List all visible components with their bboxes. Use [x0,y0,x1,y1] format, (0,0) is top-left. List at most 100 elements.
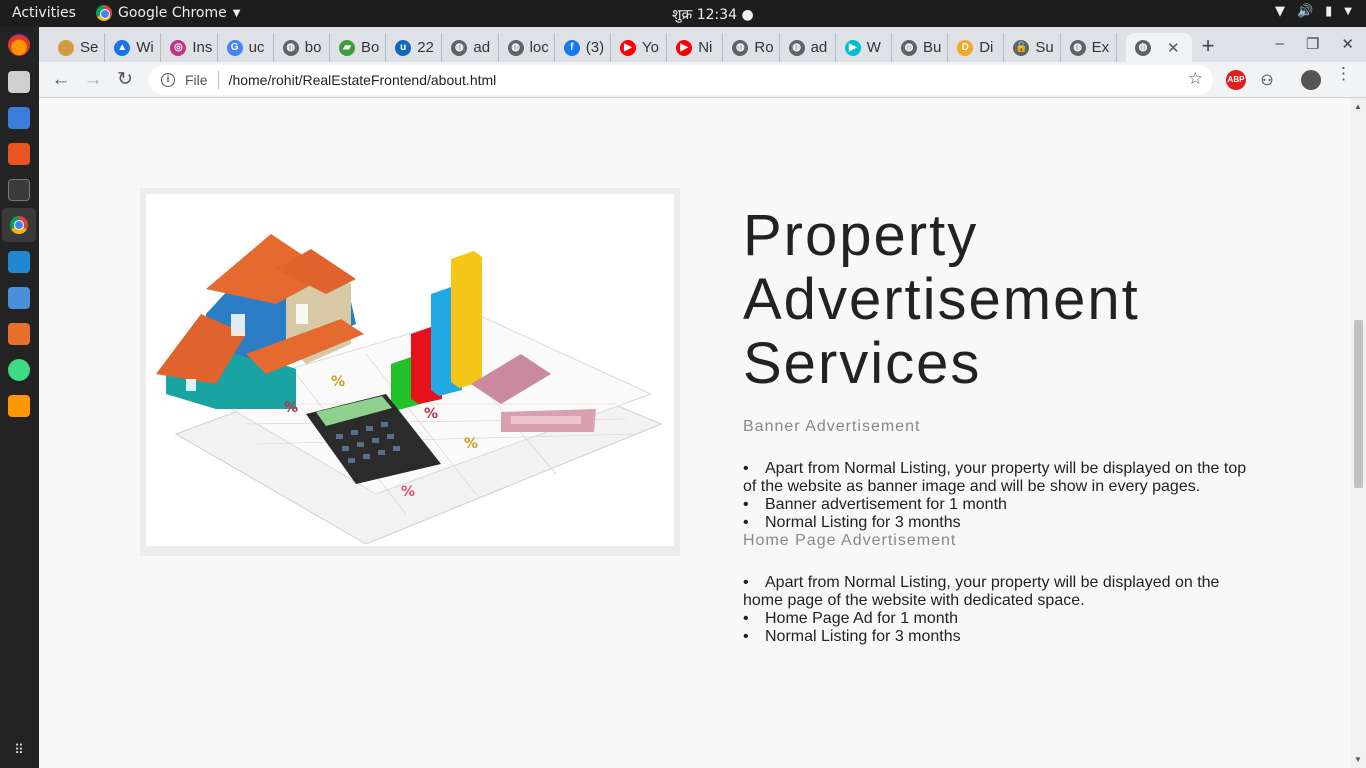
svg-text:%: % [464,436,478,452]
adblock-extension-icon[interactable]: ABP [1226,70,1246,90]
close-window-icon[interactable]: ✕ [1341,35,1354,53]
tab[interactable]: ◍ ad [442,33,499,62]
tab[interactable]: ▲ Wi [105,33,162,62]
show-applications-icon[interactable]: ⠿ [11,742,27,758]
tab[interactable]: Se [49,33,106,62]
tab[interactable]: ▶ Ni [667,33,724,62]
vscode-icon[interactable] [8,251,30,273]
tab[interactable]: ▶ Yo [611,33,668,62]
extension-icon[interactable]: ⚇ [1257,70,1277,90]
window-controls: – ❐ ✕ [1276,35,1354,53]
scroll-up-icon[interactable]: ▲ [1354,102,1362,111]
list-item: Apart from Normal Listing, your property… [721,460,1263,496]
bookmark-star-icon[interactable]: ☆ [1188,69,1203,89]
tab-label: Ni [698,39,713,56]
tab-favicon-icon: ▰ [339,39,355,56]
tab-label: Bu [923,39,942,56]
chrome-icon [96,5,112,21]
scroll-down-icon[interactable]: ▼ [1354,755,1362,764]
close-icon[interactable]: ✕ [1167,39,1180,57]
globe-icon: ◍ [1135,39,1151,56]
forward-button[interactable]: → [81,68,105,92]
notes-icon[interactable] [8,287,30,309]
chevron-down-icon: ▼ [1344,6,1352,17]
chrome-dock-item[interactable] [2,208,36,242]
kebab-menu-icon[interactable]: ⋮ [1335,65,1352,82]
omnibox-separator [217,71,219,89]
tab[interactable]: u 22 [386,33,443,62]
home-page-advertisement-heading: Home Page Advertisement [743,532,957,549]
system-tray[interactable]: ▼ 🔊 ▮ ▼ [1275,4,1352,19]
banner-advertisement-list: Apart from Normal Listing, your property… [721,460,1263,532]
tab[interactable]: ◎ Ins [161,33,218,62]
tab-label: ad [810,39,828,56]
tab-active[interactable]: ◍ ✕ [1126,33,1192,62]
app-menu-label: Google Chrome [118,5,227,21]
page-viewport: % % % % % Property Advertisement Service… [39,98,1351,768]
tab[interactable]: 🔓 Su [1004,33,1061,62]
tab[interactable]: ◍ bo [274,33,330,62]
tab[interactable]: D Di [948,33,1005,62]
volume-icon: 🔊 [1296,4,1314,19]
list-item: Normal Listing for 3 months [743,514,1263,532]
tab-label: Su [1035,39,1054,56]
back-button[interactable]: ← [49,68,73,92]
tab-favicon-icon: ▶ [844,39,861,56]
firefox-icon[interactable] [8,34,30,56]
tab-label: Yo [642,39,659,56]
tab[interactable]: ▰ Bo [330,33,387,62]
list-item: Banner advertisement for 1 month [743,496,1263,514]
text-editor-icon[interactable] [8,107,30,129]
tab[interactable]: Guc [218,33,274,62]
app-menu[interactable]: Google Chrome ▼ [96,5,240,21]
tab[interactable]: ◍ Bu [892,33,949,62]
android-studio-icon[interactable] [8,359,30,381]
tab-favicon-icon: ▶ [620,39,636,56]
minimize-icon[interactable]: – [1276,35,1284,53]
activities-button[interactable]: Activities [12,5,76,21]
document-viewer-icon[interactable] [8,323,30,345]
services-content: Property Advertisement Services Banner A… [721,204,1263,647]
home-page-advertisement-list: Apart from Normal Listing, your property… [721,574,1263,646]
restore-icon[interactable]: ❐ [1306,35,1319,53]
tab-favicon-icon: D [957,39,974,56]
tab[interactable]: ◍ loc [499,33,555,62]
tab-label: Ins [192,39,213,56]
tab[interactable]: ◍ Ro [723,33,780,62]
banner-advertisement-heading: Banner Advertisement [743,418,921,435]
page-title: Property Advertisement Services [743,204,1263,396]
terminal-icon[interactable] [8,179,30,201]
address-bar[interactable]: i File /home/rohit/RealEstateFrontend/ab… [149,65,1213,95]
tab-favicon-icon: ▶ [676,39,693,56]
sublime-text-icon[interactable] [8,395,30,417]
tab[interactable]: f (3) [555,33,611,62]
tab-label: Wi [136,39,154,56]
tab-favicon-icon: ◍ [507,39,524,56]
new-tab-button[interactable]: + [1194,33,1222,61]
info-icon[interactable]: i [161,73,175,87]
profile-avatar[interactable] [1301,70,1321,90]
tab[interactable]: ◍ ad [780,33,836,62]
tab-label: uc [248,39,265,56]
files-icon[interactable] [8,71,30,93]
software-center-icon[interactable] [8,143,30,165]
tab[interactable]: ◍ Ex [1061,33,1117,62]
svg-text:%: % [401,484,415,500]
tab-label: Bo [361,39,380,56]
vertical-scrollbar[interactable]: ▲ ▼ [1351,98,1366,768]
system-top-bar: Activities Google Chrome ▼ शुक्र 12:34 ●… [0,0,1366,27]
tab-favicon-icon: ◍ [282,39,299,56]
tab-favicon-icon: ◍ [788,39,805,56]
list-item: Home Page Ad for 1 month [743,610,1263,628]
clock[interactable]: शुक्र 12:34 ● [672,5,754,24]
title-line: Services [743,331,982,396]
scheme-label: File [185,72,208,88]
tab[interactable]: ▶ W [836,33,892,62]
tab-label: Ex [1091,39,1110,56]
scrollbar-thumb[interactable] [1354,320,1363,488]
tab-favicon-icon: ◍ [732,39,749,56]
url-text[interactable]: /home/rohit/RealEstateFrontend/about.htm… [229,72,497,88]
svg-text:%: % [331,374,345,390]
reload-button[interactable]: ↻ [113,68,137,92]
tab-favicon-icon: ◍ [451,39,468,56]
